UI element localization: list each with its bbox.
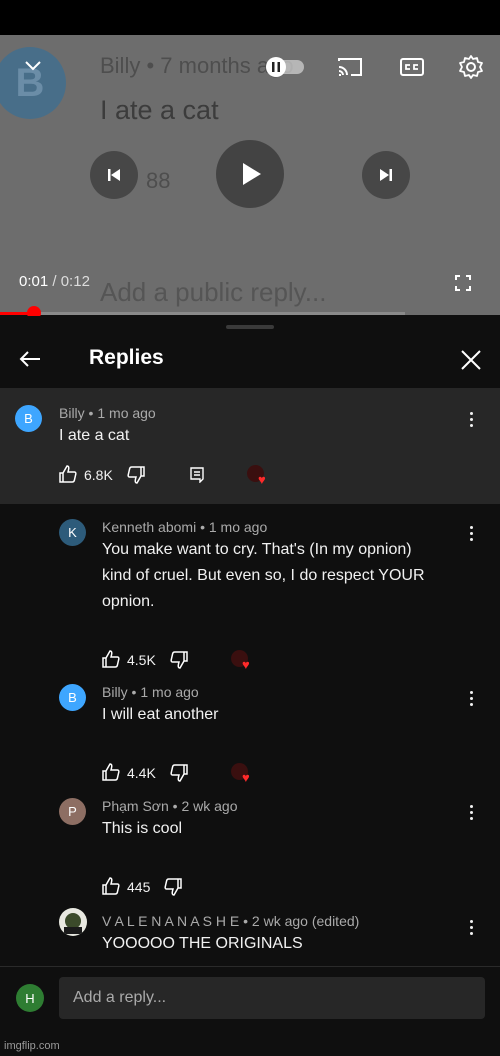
comment-meta: V A L E N A N A S H E • 2 wk ago (edited… (102, 913, 360, 929)
previous-button[interactable] (90, 151, 138, 199)
video-frame-reply-placeholder: Add a public reply... (100, 277, 327, 307)
status-bar (0, 0, 500, 35)
more-vert-icon[interactable] (461, 920, 481, 935)
dislike-icon[interactable] (164, 878, 183, 896)
dislike-icon[interactable] (127, 466, 145, 484)
like-count: 4.4K (127, 765, 156, 781)
avatar[interactable] (59, 908, 87, 936)
like-count: 6.8K (84, 467, 113, 483)
dislike-icon[interactable] (170, 651, 188, 669)
dislike-icon[interactable] (170, 764, 188, 782)
reply-composer: H (0, 966, 500, 1056)
parent-comment: B Billy • 1 mo ago I ate a cat 6.8K ♥ (0, 388, 500, 504)
user-avatar[interactable]: H (16, 984, 44, 1012)
autoplay-toggle[interactable] (262, 55, 306, 79)
more-vert-icon[interactable] (461, 412, 481, 427)
video-frame-like-count: 88 (146, 168, 171, 193)
time-display: 0:01 / 0:12 (19, 273, 90, 290)
current-time: 0:01 (19, 273, 49, 290)
avatar[interactable]: B (15, 405, 42, 432)
creator-heart-icon: ♥ (231, 650, 253, 672)
like-icon[interactable] (102, 762, 120, 784)
time-separator: / (52, 273, 57, 290)
collapse-chevron-icon[interactable] (20, 53, 46, 79)
captions-icon[interactable] (398, 54, 426, 80)
comment-meta: Kenneth abomi • 1 mo ago (102, 519, 268, 535)
comment-text: I ate a cat (59, 427, 130, 444)
like-count: 4.5K (127, 652, 156, 668)
like-icon[interactable] (59, 464, 77, 486)
comment-text: This is cool (102, 820, 183, 837)
avatar[interactable]: B (59, 684, 86, 711)
like-count: 445 (127, 879, 151, 895)
watermark: imgflip.com (4, 1040, 60, 1052)
replies-panel: Replies B Billy • 1 mo ago I ate a cat 6… (0, 316, 500, 1056)
reply-input[interactable] (59, 977, 485, 1019)
comment-text: YOOOOO THE ORIGINALS (102, 935, 303, 952)
close-icon[interactable] (458, 347, 484, 373)
panel-title: Replies (89, 346, 164, 369)
avatar[interactable]: P (59, 798, 86, 825)
drag-handle[interactable] (226, 325, 274, 329)
play-button[interactable] (216, 140, 284, 208)
creator-heart-icon: ♥ (231, 763, 253, 785)
comment-text: You make want to cry. That's (In my opni… (102, 541, 425, 610)
comment-meta: Phạm Sơn • 2 wk ago (102, 798, 238, 814)
comment-meta: Billy • 1 mo ago (102, 684, 199, 700)
like-icon[interactable] (102, 649, 120, 671)
progress-bar[interactable] (0, 306, 405, 320)
more-vert-icon[interactable] (461, 691, 481, 706)
video-frame-text: I ate a cat (100, 95, 219, 125)
next-button[interactable] (362, 151, 410, 199)
creator-heart-icon: ♥ (247, 465, 269, 487)
comment-text: I will eat another (102, 706, 219, 723)
like-icon[interactable] (102, 876, 120, 898)
duration: 0:12 (60, 273, 90, 290)
back-arrow-icon[interactable] (16, 348, 44, 370)
reply-icon[interactable] (188, 465, 206, 485)
video-player[interactable]: B Billy • 7 months ago I ate a cat 88 Ad… (0, 35, 500, 315)
settings-gear-icon[interactable] (456, 52, 486, 82)
more-vert-icon[interactable] (461, 805, 481, 820)
more-vert-icon[interactable] (461, 526, 481, 541)
cast-icon[interactable] (336, 54, 364, 80)
comment-meta: Billy • 1 mo ago (59, 405, 156, 421)
avatar[interactable]: K (59, 519, 86, 546)
fullscreen-icon[interactable] (452, 272, 474, 294)
